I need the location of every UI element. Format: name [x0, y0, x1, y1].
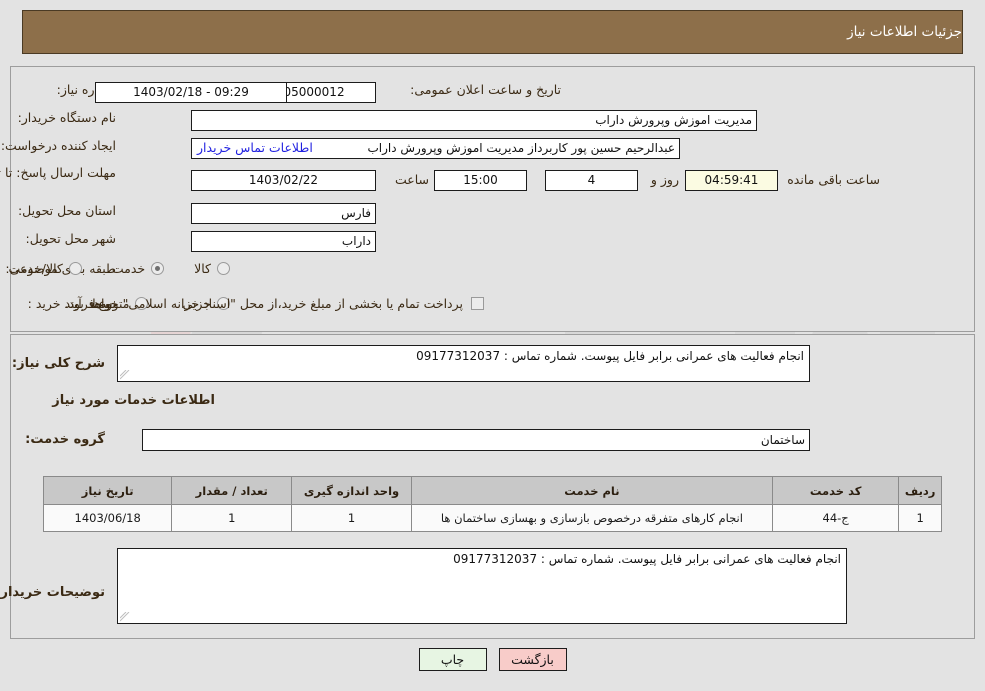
- cell-quantity: 1: [171, 504, 293, 532]
- radio-label-kala-khedmat: کالا/خدمت: [8, 261, 63, 276]
- col-header-service-name: نام خدمت: [410, 476, 773, 505]
- reply-deadline-days: 4: [545, 170, 638, 191]
- reply-deadline-time: 15:00: [434, 170, 527, 191]
- table-row[interactable]: 1 ج-44 انجام کارهای متفرقه درخصوص بازساز…: [42, 504, 942, 532]
- cell-service-code: ج-44: [771, 504, 900, 532]
- buyer-contact-link[interactable]: اطلاعات تماس خریدار: [197, 140, 313, 155]
- announce-datetime-label-wrap: تاریخ و ساعت اعلان عمومی:: [410, 82, 561, 97]
- delivery-city-label-wrap: شهر محل تحویل:: [26, 231, 116, 246]
- reply-deadline-label: مهلت ارسال پاسخ: تا تاریخ:: [0, 165, 116, 180]
- treasury-bonds-label: پرداخت تمام یا بخشی از مبلغ خرید،از محل …: [64, 296, 463, 311]
- buyer-org-label-wrap: نام دستگاه خریدار:: [18, 110, 116, 125]
- resize-grip-icon[interactable]: [120, 370, 130, 380]
- col-header-unit: واحد اندازه گیری: [291, 476, 412, 505]
- delivery-city-value: داراب: [191, 231, 376, 252]
- buyer-org-label: نام دستگاه خریدار:: [17, 110, 116, 125]
- cell-service-name: انجام کارهای متفرقه درخصوص بازسازی و بهس…: [410, 504, 773, 532]
- service-group-label: گروه خدمت:: [25, 432, 105, 447]
- general-need-textarea[interactable]: انجام فعالیت های عمرانی برابر فایل پیوست…: [117, 345, 810, 382]
- reply-deadline-label-wrap: مهلت ارسال پاسخ: تا تاریخ:: [0, 165, 116, 181]
- radio-icon-kala-khedmat[interactable]: [68, 262, 82, 275]
- action-button-bar: بازگشت چاپ: [0, 648, 985, 671]
- delivery-province-label-wrap: استان محل تحویل:: [18, 203, 116, 218]
- cell-need-date: 1403/06/18: [42, 504, 173, 532]
- back-button[interactable]: بازگشت: [498, 648, 567, 671]
- reply-deadline-countdown-label: ساعت باقی مانده: [787, 172, 880, 187]
- delivery-province-value: فارس: [191, 203, 376, 224]
- radio-option-kala-khedmat[interactable]: کالا/خدمت: [8, 261, 82, 276]
- delivery-city-label: شهر محل تحویل:: [25, 231, 116, 246]
- col-header-row-no: ردیف: [898, 476, 942, 505]
- radio-label-khedmat: خدمت: [111, 261, 146, 276]
- radio-option-kala[interactable]: کالا: [194, 261, 230, 276]
- col-header-service-code: کد خدمت: [771, 476, 900, 505]
- services-table: ردیف کد خدمت نام خدمت واحد اندازه گیری ت…: [42, 476, 942, 532]
- announce-datetime-label: تاریخ و ساعت اعلان عمومی:: [410, 82, 561, 97]
- radio-option-khedmat[interactable]: خدمت: [111, 261, 165, 276]
- print-button[interactable]: چاپ: [418, 648, 487, 671]
- subject-classification-options: کالا خدمت کالا/خدمت: [8, 261, 230, 276]
- reply-deadline-time-label: ساعت: [394, 172, 429, 187]
- buyer-org-value: مدیریت اموزش وپرورش داراب: [191, 110, 757, 131]
- need-summary-panel: [10, 66, 975, 332]
- announce-datetime-value: 1403/02/18 - 09:29: [95, 82, 287, 103]
- treasury-bonds-checkbox[interactable]: [471, 297, 484, 310]
- radio-label-kala: کالا: [194, 261, 211, 276]
- col-header-need-date: تاریخ نیاز: [42, 476, 173, 505]
- general-need-value: انجام فعالیت های عمرانی برابر فایل پیوست…: [416, 349, 804, 363]
- buyer-notes-value: انجام فعالیت های عمرانی برابر فایل پیوست…: [453, 552, 841, 566]
- col-header-quantity: تعداد / مقدار: [171, 476, 293, 505]
- page-title: جزئیات اطلاعات نیاز: [847, 24, 962, 40]
- request-creator-label-wrap: ایجاد کننده درخواست:: [1, 138, 116, 153]
- cell-row-no: 1: [898, 504, 942, 532]
- radio-icon-kala[interactable]: [217, 262, 230, 275]
- services-heading: اطلاعات خدمات مورد نیاز: [52, 393, 215, 408]
- service-group-value: ساختمان: [142, 429, 810, 451]
- cell-unit: 1: [291, 504, 412, 532]
- reply-deadline-days-label: روز و: [650, 172, 679, 187]
- delivery-province-label: استان محل تحویل:: [17, 203, 116, 218]
- treasury-bonds-checkbox-wrap[interactable]: پرداخت تمام یا بخشی از مبلغ خرید،از محل …: [64, 296, 484, 311]
- radio-icon-khedmat[interactable]: [151, 262, 165, 275]
- reply-deadline-date: 1403/02/22: [191, 170, 376, 191]
- general-need-label: شرح کلی نیاز:: [11, 356, 105, 371]
- reply-deadline-countdown: 04:59:41: [685, 170, 778, 191]
- request-creator-label: ایجاد کننده درخواست:: [0, 138, 116, 153]
- resize-grip-icon-notes[interactable]: [120, 612, 130, 622]
- table-header-row: ردیف کد خدمت نام خدمت واحد اندازه گیری ت…: [42, 476, 942, 505]
- buyer-notes-textarea[interactable]: انجام فعالیت های عمرانی برابر فایل پیوست…: [117, 548, 847, 624]
- page-header-bar: جزئیات اطلاعات نیاز: [22, 10, 963, 54]
- buyer-notes-label: توضیحات خریدار:: [0, 585, 105, 600]
